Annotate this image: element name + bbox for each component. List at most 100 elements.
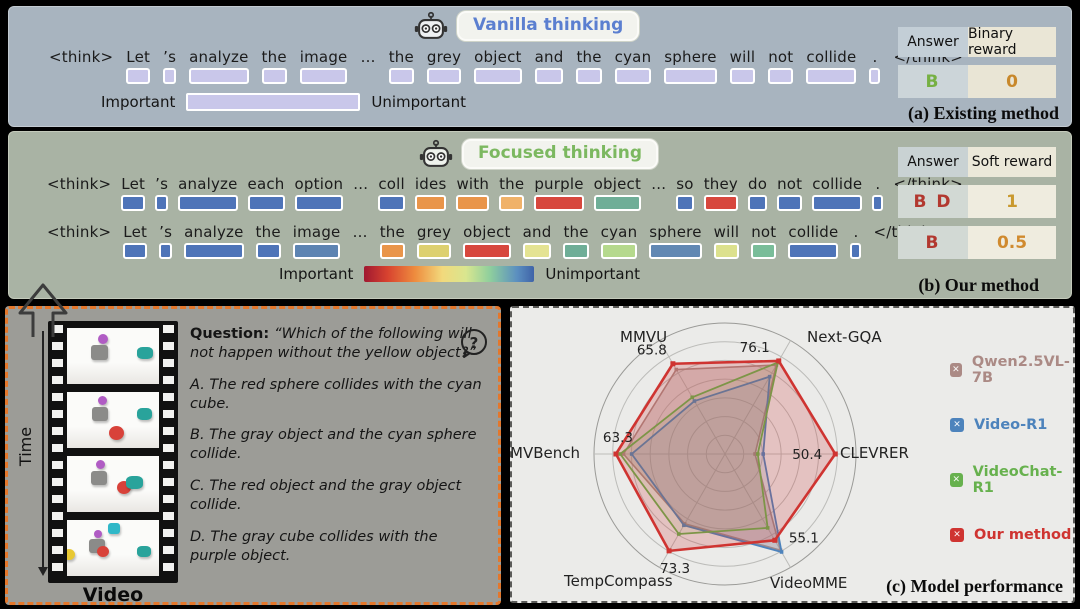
token-word: will — [730, 49, 756, 66]
token: ides — [415, 176, 447, 211]
answer-options: A. The red sphere collides with the cyan… — [190, 376, 488, 566]
radar-value-label: 76.1 — [740, 340, 770, 356]
token-importance-box — [768, 68, 793, 84]
token-word: purple — [534, 176, 583, 193]
token-word: ’s — [163, 49, 176, 66]
token-importance-box — [812, 195, 862, 211]
token-word: object — [474, 49, 521, 66]
video-label: Video — [48, 584, 178, 606]
token-importance-box — [427, 68, 461, 84]
table-header-answer: Answer — [898, 147, 968, 177]
token: analyze — [184, 224, 243, 259]
legend-label: Our method — [974, 527, 1071, 543]
cylinder-object — [137, 546, 151, 557]
token-importance-box — [730, 68, 756, 84]
token: with — [456, 176, 489, 211]
token-importance-box — [389, 68, 414, 84]
token: . — [850, 224, 861, 259]
question-mark-icon: ? — [458, 327, 490, 359]
radar-vertex-marker — [670, 361, 675, 366]
radar-vertex-marker — [613, 452, 618, 457]
token-word: … — [651, 176, 666, 193]
token: coll — [378, 176, 405, 211]
token: <think> — [47, 224, 111, 259]
sphere-object — [98, 334, 108, 344]
token-word: option — [295, 176, 344, 193]
chart-legend: ✕Qwen2.5VL-7B✕Video-R1✕VideoChat-R1✕Our … — [950, 354, 1073, 574]
token: purple — [534, 176, 583, 211]
video-frame — [67, 328, 159, 384]
token-importance-box — [499, 195, 524, 211]
cylinder-object — [137, 347, 153, 359]
token-word: collide — [788, 224, 838, 241]
token-importance-box — [788, 243, 838, 259]
token-word: … — [352, 224, 367, 241]
token: and — [535, 49, 564, 84]
token-importance-box — [123, 243, 147, 259]
reward-cell: 0 — [968, 65, 1056, 98]
token: the — [262, 49, 287, 84]
cylinder-object — [126, 476, 143, 489]
token-word: the — [262, 49, 287, 66]
sprocket-holes-right — [163, 325, 174, 579]
token: ’s — [155, 176, 168, 211]
token-word: image — [300, 49, 348, 66]
important-label: Important — [101, 93, 175, 111]
radar-value-label: 63.3 — [603, 430, 633, 446]
token-word: do — [748, 176, 767, 193]
token-importance-box — [751, 243, 776, 259]
token-importance-box — [748, 195, 767, 211]
radar-axis-label: TempCompass — [564, 572, 673, 590]
answer-option: B. The gray object and the cyan sphere c… — [190, 426, 488, 464]
legend-label: Video-R1 — [974, 417, 1047, 433]
video-question-panel: Time Video Question: “Which of the follo… — [5, 306, 501, 605]
cube-object — [108, 523, 120, 534]
token-importance-box — [806, 68, 856, 84]
token-word: analyze — [178, 176, 237, 193]
radar-axis-label: CLEVRER — [840, 444, 909, 462]
token-word: cyan — [601, 224, 638, 241]
token-importance-box — [300, 68, 348, 84]
token-importance-box — [535, 68, 564, 84]
token-word: <think> — [49, 49, 113, 66]
token-importance-box — [704, 195, 738, 211]
token-word: the — [256, 224, 281, 241]
token: object — [463, 224, 510, 259]
radar-axis-label: Next-GQA — [807, 328, 882, 346]
token-word: the — [563, 224, 588, 241]
token-importance-box — [523, 243, 552, 259]
sprocket-holes-left — [52, 325, 63, 579]
time-arrow-head — [38, 567, 48, 576]
legend-item-videochat-r1: ✕VideoChat-R1 — [950, 464, 1073, 496]
token-importance-box — [417, 243, 451, 259]
panel-existing-method: Vanilla thinking <think>Let’sanalyzethei… — [8, 6, 1072, 127]
token: object — [594, 176, 641, 211]
token-word: <think> — [47, 176, 111, 193]
token: … — [651, 176, 666, 211]
token: not — [768, 49, 793, 84]
token: cyan — [601, 224, 638, 259]
token: grey — [427, 49, 461, 84]
token-importance-box — [415, 195, 447, 211]
token: Let — [126, 49, 150, 84]
token-importance-box — [189, 68, 248, 84]
video-frame — [67, 456, 159, 512]
token: Let — [123, 224, 147, 259]
legend-marker-icon: ✕ — [950, 363, 962, 377]
cube-object — [91, 345, 108, 360]
soft-reward-table: AnswerSoft rewardB D1B0.5 — [898, 147, 1056, 259]
token: the — [256, 224, 281, 259]
token-importance-box — [594, 195, 641, 211]
cube-object — [91, 471, 107, 485]
token-importance-box — [121, 195, 145, 211]
token-importance-box — [256, 243, 281, 259]
radar-vertex-marker — [772, 538, 777, 543]
caption-b: (b) Our method — [918, 275, 1039, 296]
token-word: … — [353, 176, 368, 193]
importance-bar-gradient — [364, 266, 534, 282]
token-importance-box — [850, 243, 861, 259]
token: collide — [788, 224, 838, 259]
token-word: with — [456, 176, 489, 193]
sphere-object — [67, 549, 75, 560]
token-word: collide — [806, 49, 856, 66]
